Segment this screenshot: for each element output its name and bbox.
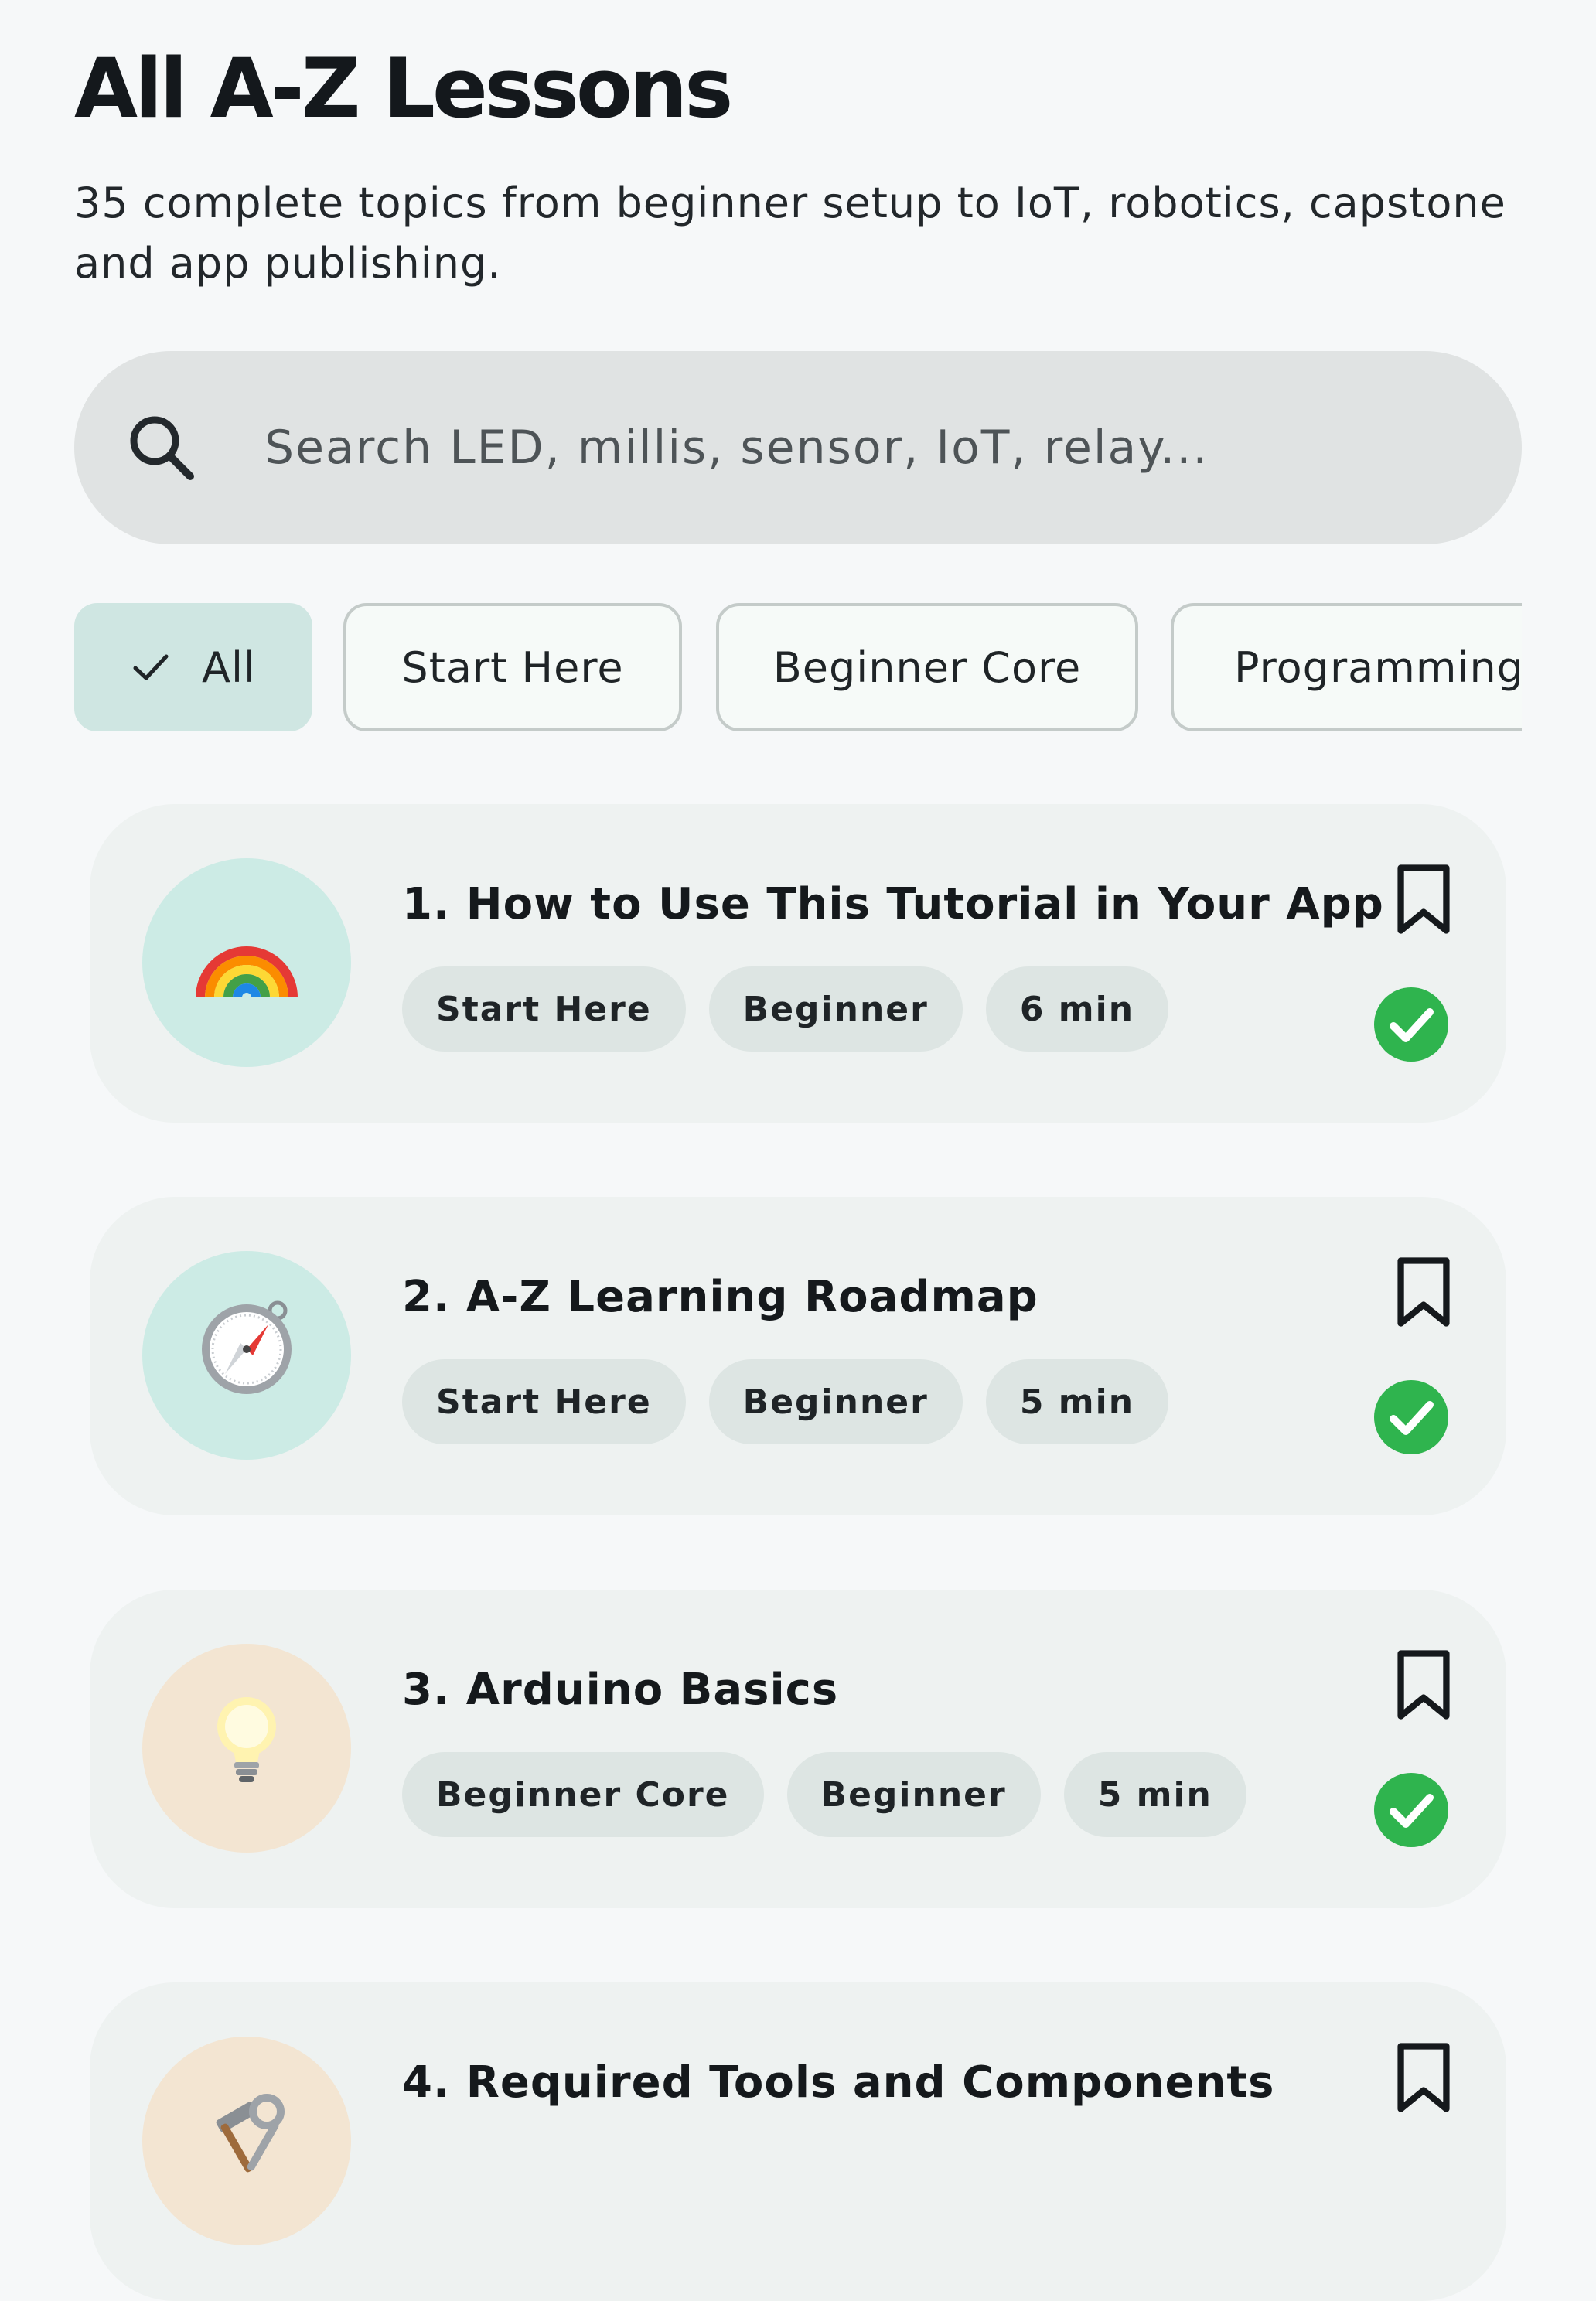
lesson-card[interactable]: 4. Required Tools and Components <box>90 1982 1506 2301</box>
lesson-avatar <box>142 858 351 1067</box>
level-tag: Beginner <box>708 1359 963 1444</box>
bookmark-icon <box>1397 1257 1450 1327</box>
lesson-tags: Start Here Beginner 5 min <box>402 1359 1169 1444</box>
filter-chip-beginner-core[interactable]: Beginner Core <box>716 603 1138 731</box>
filter-chip-label: Start Here <box>401 643 624 692</box>
search-input[interactable] <box>190 397 1396 498</box>
filter-chip-row: All Start Here Beginner Core Programming <box>74 603 1522 731</box>
filter-chip-start-here[interactable]: Start Here <box>343 603 682 731</box>
filter-chip-label: Beginner Core <box>772 643 1082 692</box>
level-tag: Beginner <box>786 1752 1041 1837</box>
hammer-wrench-icon <box>193 2079 301 2203</box>
lesson-title: 2. A-Z Learning Roadmap <box>402 1272 1038 1322</box>
rainbow-icon <box>193 901 301 1024</box>
filter-chip-label: All <box>202 643 256 692</box>
lesson-tags: Beginner Core Beginner 5 min <box>402 1752 1246 1837</box>
duration-tag: 6 min <box>985 966 1169 1052</box>
bookmark-icon <box>1397 864 1450 934</box>
completed-check-icon <box>1374 1380 1448 1454</box>
category-tag: Beginner Core <box>402 1752 764 1837</box>
lesson-avatar <box>142 2037 351 2245</box>
bookmark-button[interactable] <box>1381 1642 1466 1727</box>
completed-check-icon <box>1374 987 1448 1062</box>
category-tag: Start Here <box>402 966 686 1052</box>
category-tag: Start Here <box>402 1359 686 1444</box>
bookmark-icon <box>1397 2043 1450 2112</box>
lesson-avatar <box>142 1251 351 1460</box>
lesson-title: 4. Required Tools and Components <box>402 2057 1275 2108</box>
page-subtitle: 35 complete topics from beginner setup t… <box>74 179 1506 288</box>
search-icon <box>127 413 196 482</box>
check-icon <box>133 654 169 680</box>
bookmark-button[interactable] <box>1381 1249 1466 1335</box>
completed-check-icon <box>1374 1773 1448 1847</box>
bookmark-button[interactable] <box>1381 857 1466 942</box>
filter-chip-programming[interactable]: Programming <box>1171 603 1522 731</box>
filter-chip-all[interactable]: All <box>74 603 312 731</box>
lesson-title: 1. How to Use This Tutorial in Your App <box>402 879 1384 929</box>
duration-tag: 5 min <box>985 1359 1169 1444</box>
level-tag: Beginner <box>708 966 963 1052</box>
page-title: All A-Z Lessons <box>74 41 733 136</box>
search-bar[interactable] <box>74 351 1522 544</box>
filter-chip-label: Programming <box>1234 643 1522 692</box>
lesson-tags: Start Here Beginner 6 min <box>402 966 1169 1052</box>
lesson-title: 3. Arduino Basics <box>402 1665 839 1715</box>
lesson-card[interactable]: 1. How to Use This Tutorial in Your App … <box>90 804 1506 1123</box>
compass-icon <box>193 1294 301 1417</box>
lesson-card[interactable]: 3. Arduino Basics Beginner Core Beginner… <box>90 1590 1506 1908</box>
lightbulb-icon <box>193 1686 301 1810</box>
bookmark-icon <box>1397 1650 1450 1720</box>
lesson-avatar <box>142 1644 351 1853</box>
bookmark-button[interactable] <box>1381 2035 1466 2120</box>
duration-tag: 5 min <box>1063 1752 1246 1837</box>
lesson-card[interactable]: 2. A-Z Learning Roadmap Start Here Begin… <box>90 1197 1506 1515</box>
